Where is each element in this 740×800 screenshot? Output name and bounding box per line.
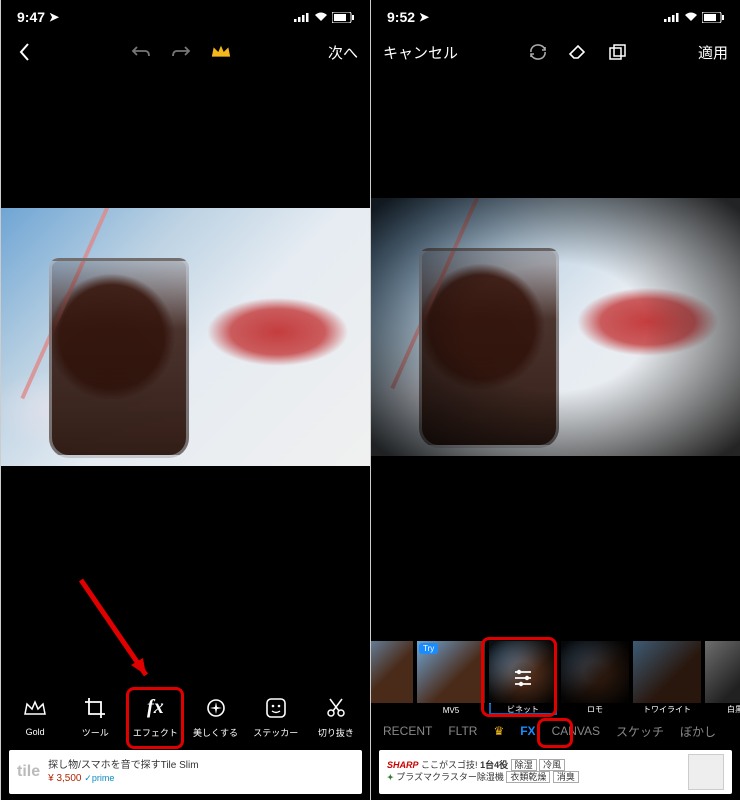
fx-name: トワイライト <box>633 704 701 715</box>
fx-thumb-selected[interactable]: ビネット <box>489 641 557 715</box>
cat-recent[interactable]: RECENT <box>383 724 432 738</box>
ad-body: 探し物/スマホを音で探すTile Slim ¥ 3,500 ✓prime <box>48 759 354 785</box>
cat-blur[interactable]: ぼかし <box>680 723 716 740</box>
tool-tools[interactable]: ツール <box>66 694 124 739</box>
cat-crown[interactable]: ♛ <box>493 724 504 738</box>
status-icons <box>294 12 354 23</box>
tool-cutout[interactable]: 切り抜き <box>307 694 365 739</box>
tool-label: ステッカー <box>253 726 298 739</box>
tool-sticker[interactable]: ステッカー <box>247 694 305 739</box>
apply-button[interactable]: 適用 <box>698 42 728 63</box>
ad-body: SHARP ここがスゴ技! 1台4役 除湿 冷風 ✦ プラズマクラスター除湿機 … <box>387 760 680 783</box>
tool-label: 美しくする <box>193 726 238 739</box>
ad-headline: 1台4役 <box>480 760 508 770</box>
cat-canvas[interactable]: CANVAS <box>552 724 600 738</box>
smiley-icon <box>262 694 290 722</box>
ad-emblem: ✦ <box>387 773 394 782</box>
tool-gold[interactable]: Gold <box>6 695 64 737</box>
sparkle-icon <box>202 694 230 722</box>
redo-icon[interactable] <box>170 41 192 63</box>
ad-sub: プラズマクラスター除湿機 <box>396 772 504 782</box>
top-toolbar: 次へ <box>1 34 370 70</box>
fx-thumb[interactable]: Try MV5 <box>417 641 485 715</box>
status-time: 9:52 <box>387 9 415 25</box>
layers-icon[interactable] <box>607 41 629 63</box>
fx-thumb[interactable]: 白黒ク <box>705 641 740 715</box>
crown-icon <box>21 695 49 723</box>
eraser-icon[interactable] <box>567 41 589 63</box>
ad-brand: SHARP <box>387 760 419 770</box>
tool-label: エフェクト <box>133 726 178 739</box>
image-canvas[interactable] <box>371 198 740 456</box>
fx-icon: fx <box>141 694 169 722</box>
fx-name: MV5 <box>417 706 485 715</box>
phone-right: 9:52 ➤ キャンセル 適用 Try Try MV5 <box>370 0 740 800</box>
ad-tagline: ここがスゴ技! <box>421 760 478 770</box>
arrow-annotation <box>71 570 161 690</box>
next-button[interactable]: 次へ <box>328 42 358 63</box>
status-icons <box>664 12 724 23</box>
back-icon[interactable] <box>13 41 35 63</box>
fx-name: ロモ <box>561 704 629 715</box>
cancel-button[interactable]: キャンセル <box>383 42 458 63</box>
refresh-icon[interactable] <box>527 41 549 63</box>
ad-tag: 冷風 <box>539 759 565 771</box>
fx-thumb[interactable]: Try <box>371 641 413 715</box>
category-tabs: RECENT FLTR ♛ FX CANVAS スケッチ ぼかし <box>371 717 740 745</box>
status-bar: 9:52 ➤ <box>371 0 740 34</box>
top-toolbar: キャンセル 適用 <box>371 34 740 70</box>
ad-prime: ✓prime <box>84 773 114 783</box>
sliders-icon <box>511 666 535 690</box>
tool-row: Gold ツール fx エフェクト 美しくする ステッカー 切り抜き <box>1 687 370 745</box>
ad-tag: 消臭 <box>553 771 579 783</box>
tool-label: 切り抜き <box>318 726 354 739</box>
undo-icon[interactable] <box>130 41 152 63</box>
crop-icon <box>81 694 109 722</box>
scissors-icon <box>322 694 350 722</box>
try-badge: Try <box>419 643 438 654</box>
ad-banner[interactable]: SHARP ここがスゴ技! 1台4役 除湿 冷風 ✦ プラズマクラスター除湿機 … <box>379 750 732 794</box>
status-bar: 9:47 ➤ <box>1 0 370 34</box>
tool-label: Gold <box>26 727 45 737</box>
location-icon: ➤ <box>419 10 429 24</box>
ad-logo: tile <box>17 763 40 781</box>
cat-fx[interactable]: FX <box>520 724 535 738</box>
image-canvas[interactable] <box>1 208 370 466</box>
ad-tag: 除湿 <box>511 759 537 771</box>
ad-banner[interactable]: tile 探し物/スマホを音で探すTile Slim ¥ 3,500 ✓prim… <box>9 750 362 794</box>
ad-title: 探し物/スマホを音で探すTile Slim <box>48 759 354 772</box>
status-time: 9:47 <box>17 9 45 25</box>
effects-strip: Try Try MV5 ビネット ロモ トワイライト 白黒ク <box>371 641 740 715</box>
fx-thumb[interactable]: トワイライト <box>633 641 701 715</box>
ad-price: ¥ 3,500 <box>48 773 81 784</box>
ad-tag: 衣類乾燥 <box>506 771 550 783</box>
tool-beautify[interactable]: 美しくする <box>187 694 245 739</box>
location-icon: ➤ <box>49 10 59 24</box>
fx-thumb[interactable]: ロモ <box>561 641 629 715</box>
cat-sketch[interactable]: スケッチ <box>616 723 664 740</box>
tool-label: ツール <box>82 726 109 739</box>
cat-fltr[interactable]: FLTR <box>448 724 477 738</box>
fx-name: 白黒ク <box>705 704 740 715</box>
ad-thumb <box>688 754 724 790</box>
phone-left: 9:47 ➤ 次へ Gold <box>0 0 370 800</box>
fx-name: ビネット <box>489 704 557 715</box>
tool-effects[interactable]: fx エフェクト <box>126 694 184 739</box>
crown-icon[interactable] <box>210 41 232 63</box>
